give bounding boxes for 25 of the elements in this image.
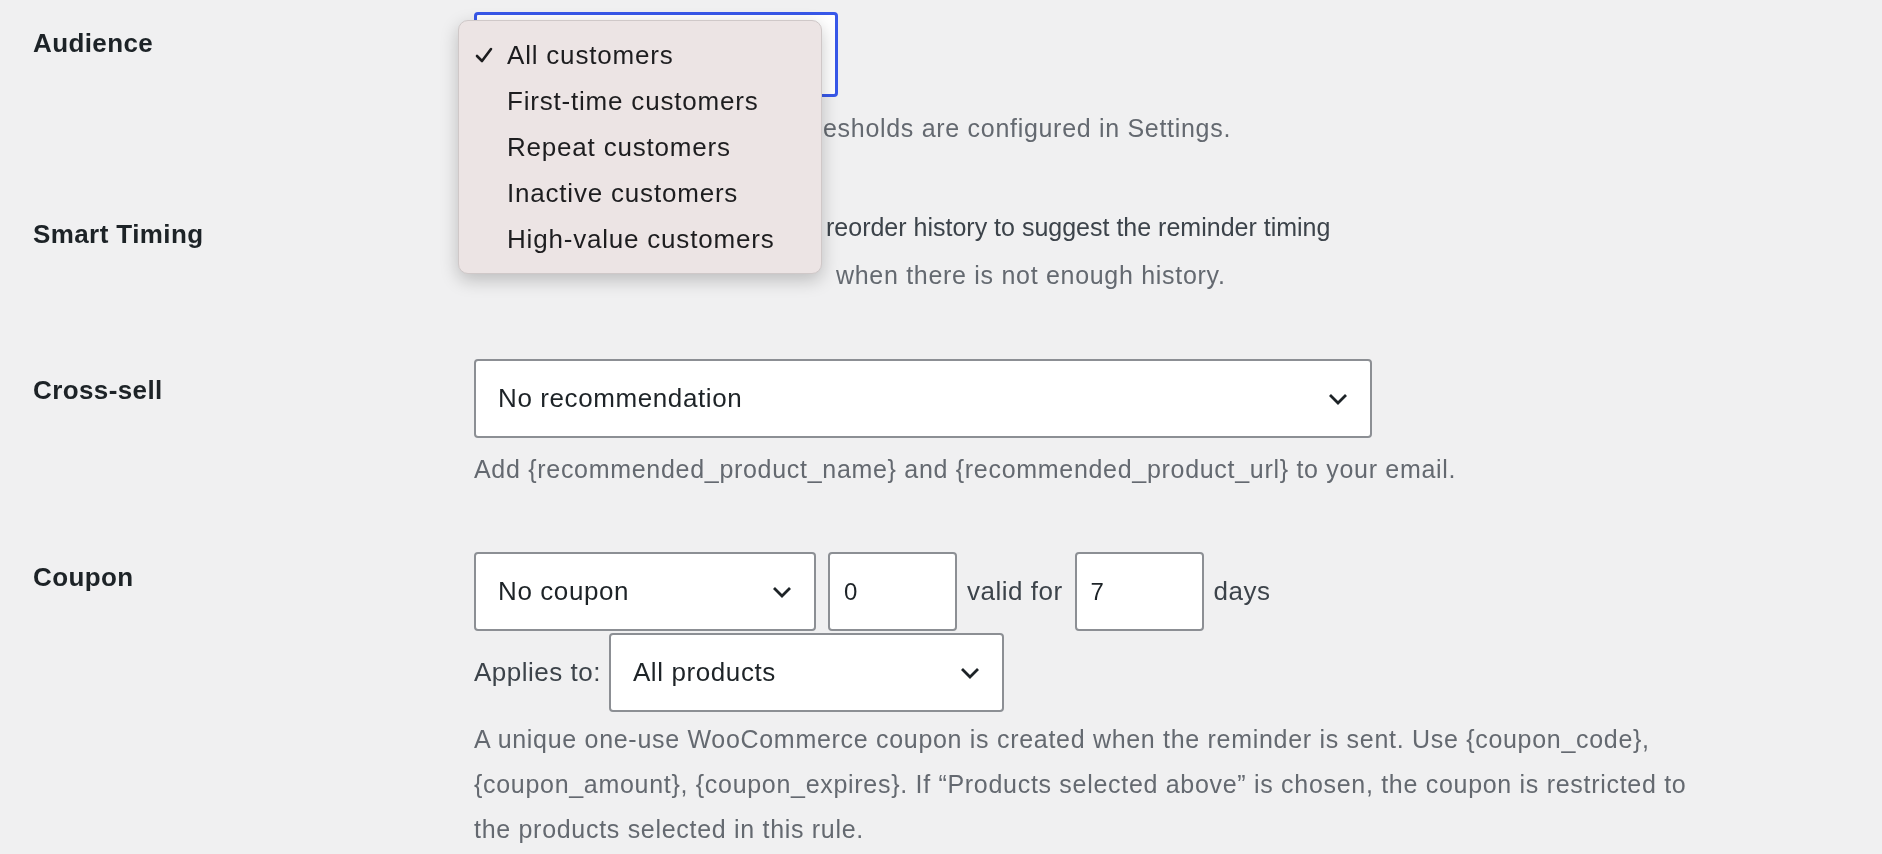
- chevron-down-icon: [772, 585, 792, 598]
- days-field[interactable]: 7: [1074, 552, 1204, 631]
- valid-for-label: valid for: [967, 576, 1063, 607]
- menu-option[interactable]: Inactive customers: [459, 170, 821, 216]
- days-label: days: [1213, 576, 1271, 607]
- applies-to-label: Applies to:: [474, 657, 601, 688]
- field-description: esholds are configured in Settings.: [823, 113, 1233, 144]
- menu-option[interactable]: All customers: [459, 32, 821, 78]
- menu-option[interactable]: High-value customers: [459, 216, 821, 262]
- chevron-down-icon: [1328, 392, 1348, 405]
- field-label: Audience: [32, 27, 155, 60]
- chevron-down-icon: [959, 666, 980, 679]
- field-label: Cross-sell: [32, 374, 164, 407]
- recommendation-select[interactable]: No recommendation: [474, 359, 1372, 438]
- field-label: Smart Timing: [32, 218, 205, 251]
- menu-option[interactable]: First-time customers: [459, 78, 821, 124]
- amount-field[interactable]: 0: [828, 552, 957, 631]
- option-text: reorder history to suggest the reminder timing: [826, 212, 1332, 243]
- field-description: Add {recommended_product_name} and {recommended_product_url} to your email.: [474, 454, 1458, 485]
- menu-option[interactable]: Repeat customers: [459, 124, 821, 170]
- applies-to-select[interactable]: All products: [608, 633, 1004, 712]
- coupon-description: A unique one-use WooCommerce coupon is created when the reminder is sent. Use {coupon_code}, {coupon_amount}, {coupon_expires}. If “Products selected above” is chosen, the coupon is restricted to the products selected in this rule.: [474, 724, 1688, 845]
- field-label: Coupon: [32, 561, 135, 594]
- coupon-type-select[interactable]: No coupon: [474, 552, 816, 631]
- field-description: when there is not enough history.: [836, 260, 1227, 291]
